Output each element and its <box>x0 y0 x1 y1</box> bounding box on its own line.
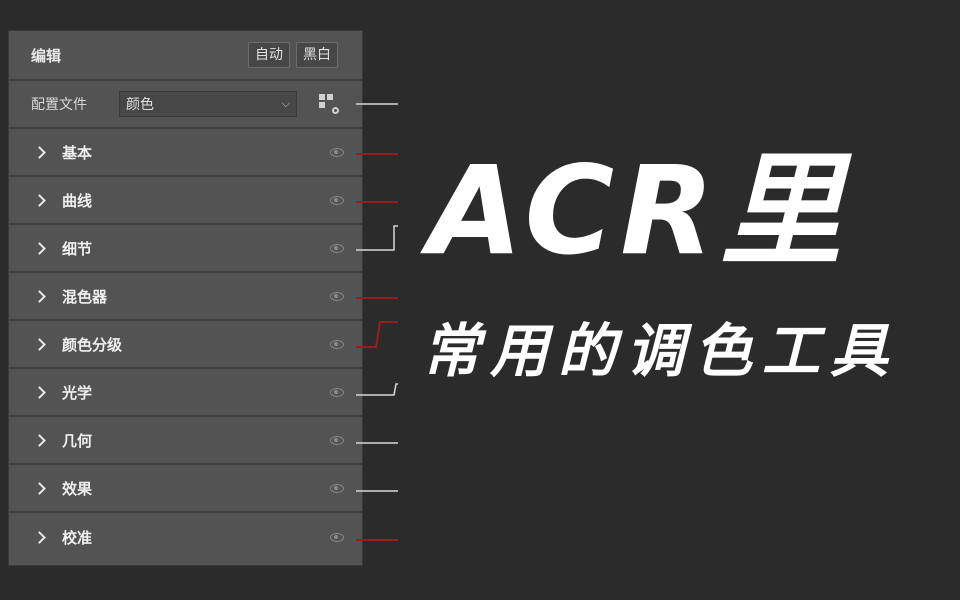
overlay-subtitle: 常用的调色工具 <box>422 317 899 385</box>
overlay-title: ACR里 <box>428 140 849 282</box>
leader-lines <box>356 103 398 541</box>
leader-line-detail <box>356 225 398 251</box>
leader-line-optics <box>356 383 398 396</box>
leader-line-color-grading <box>356 321 398 348</box>
